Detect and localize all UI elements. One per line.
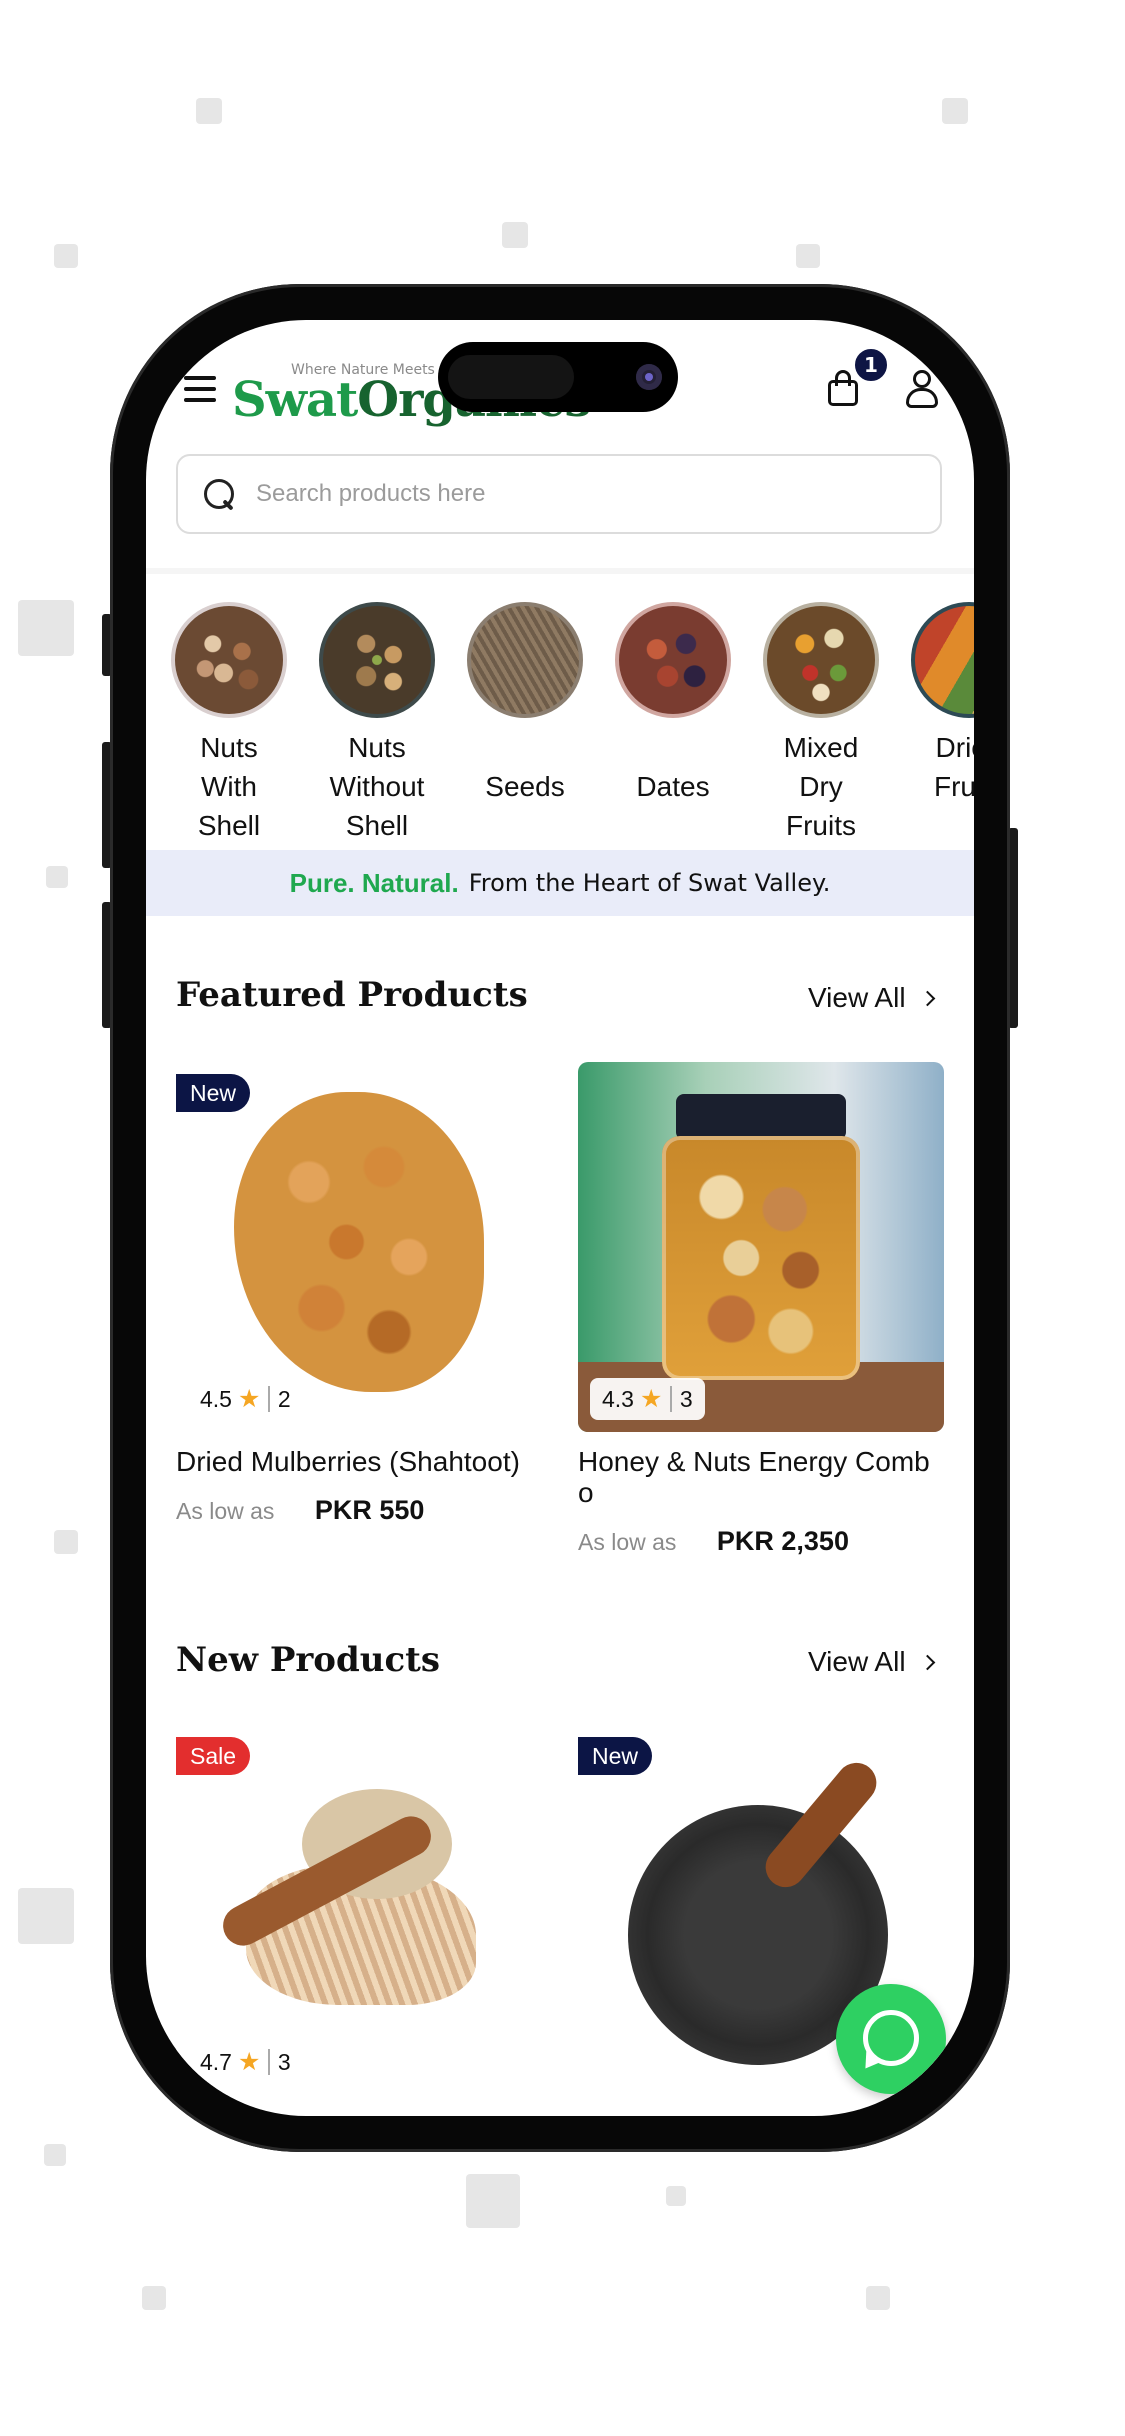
- product-card[interactable]: Sale 4.7 ★ 3 …: [176, 1725, 542, 2116]
- logo-text-swat: Swat: [232, 372, 358, 428]
- rating-pill: 4.7 ★ 3: [188, 2041, 303, 2083]
- background-square: [466, 2174, 520, 2228]
- divider: [146, 568, 974, 574]
- background-square: [666, 2186, 686, 2206]
- product-name[interactable]: …: [176, 2109, 542, 2116]
- dried-fruits-image: [911, 602, 974, 718]
- app-screen: Where Nature Meets SwatOrganics 1 Nuts W…: [146, 320, 974, 2116]
- background-square: [502, 222, 528, 248]
- promo-banner: Pure. Natural. From the Heart of Swat Va…: [146, 850, 974, 916]
- whatsapp-chat-button[interactable]: [836, 1984, 946, 2094]
- cart-count-badge: 1: [852, 346, 890, 384]
- account-icon[interactable]: [906, 370, 938, 408]
- nuts-without-shell-image: [319, 602, 435, 718]
- featured-view-all-link[interactable]: View All: [808, 982, 935, 1014]
- dynamic-island: [438, 342, 678, 412]
- as-low-as-label: As low as: [176, 1498, 275, 1524]
- background-square: [46, 866, 68, 888]
- nuts-with-shell-image: [171, 602, 287, 718]
- background-square: [54, 244, 78, 268]
- search-input[interactable]: [256, 472, 916, 516]
- category-label: Dates: [636, 771, 710, 802]
- banner-highlight: Pure. Natural.: [289, 867, 459, 898]
- background-square: [44, 2144, 66, 2166]
- new-badge: New: [176, 1074, 251, 1112]
- dried-mulberries-image: [234, 1092, 484, 1392]
- category-item[interactable]: Dates: [613, 602, 733, 806]
- product-card[interactable]: 4.3 ★ 3 Honey & Nuts Energy Combo As low…: [578, 1062, 944, 1557]
- background-square: [796, 244, 820, 268]
- island-sensor: [448, 355, 574, 399]
- product-name[interactable]: Honey & Nuts Energy Combo: [578, 1446, 944, 1508]
- product-name[interactable]: …: [578, 2109, 944, 2116]
- chevron-right-icon: [919, 1654, 935, 1671]
- honey-jar: [662, 1136, 860, 1380]
- jar-lid: [676, 1094, 846, 1140]
- category-item[interactable]: Nuts With Shell: [169, 602, 289, 842]
- star-icon: ★: [237, 1385, 261, 1413]
- search-bar[interactable]: [176, 454, 942, 534]
- background-square: [54, 1530, 78, 1554]
- star-icon: ★: [639, 1385, 663, 1413]
- dates-image: [615, 602, 731, 718]
- new-products-view-all-link[interactable]: View All: [808, 1646, 935, 1678]
- sale-badge: Sale: [176, 1737, 251, 1775]
- product-price-row: As low as PKR 550: [176, 1495, 542, 1526]
- category-label: Seeds: [485, 771, 565, 802]
- featured-products-title: Featured Products: [176, 975, 528, 1015]
- menu-icon[interactable]: [184, 376, 216, 402]
- rating-value: 4.5: [200, 1385, 232, 1412]
- background-square: [866, 2286, 890, 2310]
- category-item[interactable]: Dried Fruits: [909, 602, 974, 806]
- background-square: [18, 1888, 74, 1944]
- product-image: New 4.5 ★ 2: [176, 1062, 542, 1432]
- category-item[interactable]: Seeds: [465, 602, 585, 806]
- rating-value: 4.3: [602, 1385, 634, 1412]
- category-item[interactable]: Mixed Dry Fruits: [761, 602, 881, 842]
- new-badge: New: [578, 1737, 653, 1775]
- review-count: 3: [679, 1385, 693, 1412]
- category-label: Dried Fruits: [934, 732, 974, 802]
- product-image: Sale 4.7 ★ 3: [176, 1725, 542, 2095]
- new-products-title: New Products: [176, 1640, 441, 1680]
- product-name[interactable]: Dried Mulberries (Shahtoot): [176, 1446, 542, 1477]
- category-label: Nuts With Shell: [197, 732, 261, 841]
- camera-icon: [636, 364, 662, 390]
- rating-pill: 4.5 ★ 2: [188, 1378, 303, 1420]
- view-all-label: View All: [808, 1646, 906, 1677]
- background-square: [142, 2286, 166, 2310]
- background-square: [18, 600, 74, 656]
- category-label: Nuts Without Shell: [329, 732, 425, 841]
- chevron-right-icon: [919, 990, 935, 1007]
- banner-text: From the Heart of Swat Valley.: [468, 869, 831, 897]
- category-item[interactable]: Nuts Without Shell: [317, 602, 437, 842]
- background-square: [942, 98, 968, 124]
- as-low-as-label: As low as: [578, 1529, 677, 1555]
- seeds-image: [467, 602, 583, 718]
- product-price: PKR 2,350: [716, 1526, 849, 1556]
- star-icon: ★: [237, 2048, 261, 2076]
- product-price-row: As low as PKR 2,350: [578, 1526, 944, 1557]
- category-label: Mixed Dry Fruits: [783, 732, 859, 841]
- view-all-label: View All: [808, 982, 906, 1013]
- background-square: [196, 98, 222, 124]
- mixed-dry-fruits-image: [763, 602, 879, 718]
- product-image: 4.3 ★ 3: [578, 1062, 944, 1432]
- product-card[interactable]: New 4.5 ★ 2 Dried Mulberries (Shahtoot) …: [176, 1062, 542, 1526]
- rating-value: 4.7: [200, 2048, 232, 2075]
- rating-pill: 4.3 ★ 3: [590, 1378, 705, 1420]
- review-count: 3: [277, 2048, 291, 2075]
- search-icon: [204, 479, 236, 511]
- product-price: PKR 550: [314, 1495, 425, 1525]
- review-count: 2: [277, 1385, 291, 1412]
- category-carousel[interactable]: Nuts With Shell Nuts Without Shell Seeds…: [146, 602, 974, 842]
